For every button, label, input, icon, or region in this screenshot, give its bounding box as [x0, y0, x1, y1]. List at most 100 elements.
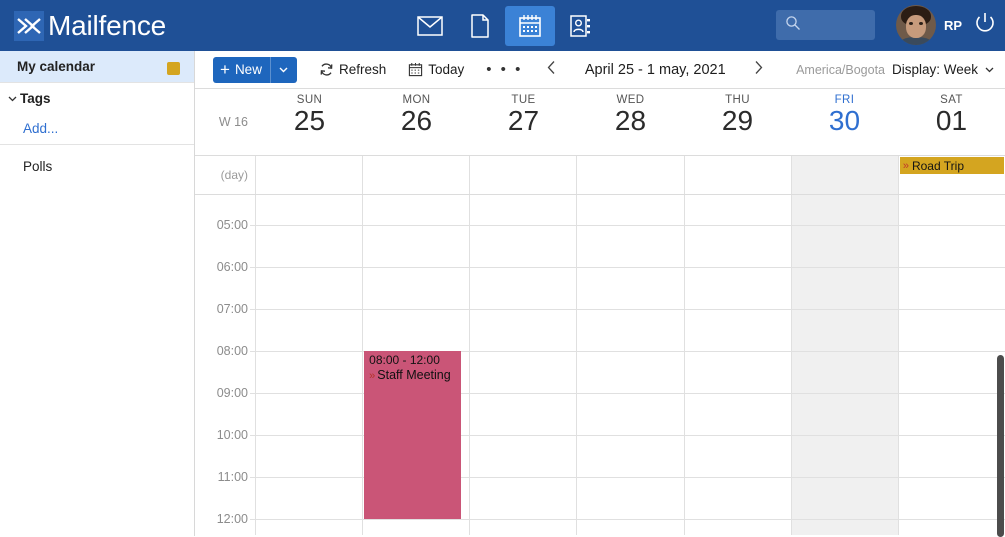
nav-calendar-button[interactable]	[505, 5, 555, 46]
chevron-right-icon	[752, 60, 765, 80]
hour-gridline	[363, 267, 470, 268]
time-gutter: 05:00 06:00 07:00 08:00 09:00 10:00 11:00 12:00	[195, 195, 256, 535]
all-day-cell-fri[interactable]	[791, 156, 899, 194]
chevron-down-icon	[984, 64, 995, 75]
all-day-cell-mon[interactable]	[363, 156, 471, 194]
hour-gridline	[791, 309, 898, 310]
previous-week-button[interactable]	[541, 51, 563, 89]
today-button[interactable]: Today	[408, 51, 464, 89]
search-box[interactable]	[776, 10, 875, 40]
refresh-button[interactable]: Refresh	[319, 51, 386, 89]
day-column-tue[interactable]	[470, 195, 578, 535]
hour-gridline	[250, 351, 255, 352]
day-header-sun[interactable]: SUN 25	[256, 89, 363, 155]
chevron-left-icon	[545, 60, 558, 80]
hour-gridline	[470, 309, 577, 310]
day-header-fri[interactable]: FRI 30	[791, 89, 898, 155]
hour-gridline	[791, 477, 898, 478]
nav-documents-button[interactable]	[455, 6, 505, 46]
sidebar-section-tags[interactable]: Tags	[0, 83, 194, 113]
event-title-text: Staff Meeting	[377, 368, 451, 382]
chevron-down-icon	[5, 93, 19, 104]
hour-gridline	[577, 393, 684, 394]
hour-gridline	[250, 309, 255, 310]
day-header-mon[interactable]: MON 26	[363, 89, 470, 155]
user-initials: RP	[944, 17, 963, 33]
calendar-color-swatch[interactable]	[167, 62, 180, 75]
hour-gridline	[577, 225, 684, 226]
hour-gridline	[791, 267, 898, 268]
hour-gridline	[684, 393, 791, 394]
refresh-label: Refresh	[338, 62, 387, 77]
all-day-cell-thu[interactable]	[685, 156, 792, 194]
day-column-sat[interactable]	[898, 195, 1005, 535]
more-options-button[interactable]: • • •	[486, 51, 523, 89]
calendar-event[interactable]: 08:00 - 12:00» Staff Meeting	[364, 351, 462, 519]
day-column-mon[interactable]: 08:00 - 12:00» Staff Meeting	[363, 195, 471, 535]
hour-gridline	[256, 519, 363, 520]
hour-gridline	[898, 477, 1005, 478]
display-mode-selector[interactable]: Display: Week	[892, 62, 995, 77]
hour-gridline	[791, 393, 898, 394]
all-day-cell-sun[interactable]	[256, 156, 364, 194]
divider	[269, 56, 271, 83]
hour-gridline	[684, 225, 791, 226]
event-time-label: 08:00 - 12:00	[369, 353, 440, 367]
hour-gridline	[898, 267, 1005, 268]
day-column-thu[interactable]	[684, 195, 792, 535]
hour-gridline	[577, 267, 684, 268]
user-menu[interactable]: RP	[896, 5, 962, 45]
event-marker-icon: »	[902, 159, 909, 172]
ellipsis-icon: • • •	[486, 61, 523, 78]
all-day-row: (day) » Road Trip	[195, 156, 1005, 195]
nav-mail-button[interactable]	[405, 6, 455, 46]
day-column-sun[interactable]	[256, 195, 364, 535]
time-label: 09:00	[216, 386, 248, 400]
all-day-cell-tue[interactable]	[470, 156, 578, 194]
hour-gridline	[791, 351, 898, 352]
day-number-label: 25	[293, 105, 326, 136]
day-header-tue[interactable]: TUE 27	[470, 89, 577, 155]
new-event-button[interactable]: + New	[213, 56, 297, 83]
chevron-down-icon[interactable]	[278, 64, 289, 75]
day-header-thu[interactable]: THU 29	[684, 89, 791, 155]
hour-gridline	[363, 519, 470, 520]
next-week-button[interactable]	[748, 51, 770, 89]
day-header-wed[interactable]: WED 28	[577, 89, 684, 155]
day-number-label: 30	[828, 105, 861, 136]
all-day-cell-sat[interactable]: » Road Trip	[899, 156, 1005, 194]
logout-button[interactable]	[971, 11, 999, 39]
top-nav	[405, 0, 605, 51]
brand-logo[interactable]: Mailfence	[14, 0, 166, 51]
hour-gridline	[577, 435, 684, 436]
hour-gridline	[250, 267, 255, 268]
hour-gridline	[250, 393, 255, 394]
day-number-label: 01	[935, 105, 968, 136]
new-button-label: New	[234, 62, 262, 77]
today-label: Today	[428, 62, 465, 77]
vertical-scrollbar-track[interactable]	[996, 51, 1005, 537]
hour-gridline	[898, 225, 1005, 226]
sidebar-item-my-calendar[interactable]: My calendar	[0, 51, 194, 83]
hour-gridline	[791, 519, 898, 520]
all-day-label: (day)	[195, 156, 256, 194]
day-number-label: 27	[507, 105, 540, 136]
search-icon	[785, 15, 801, 36]
search-input[interactable]	[805, 18, 865, 32]
contacts-icon	[569, 14, 591, 38]
time-label: 10:00	[216, 428, 248, 442]
day-column-wed[interactable]	[577, 195, 685, 535]
sidebar-item-add-tag[interactable]: Add...	[0, 113, 194, 145]
calendar-icon	[408, 62, 423, 77]
timezone-label: America/Bogota	[796, 62, 885, 77]
hour-gridline	[684, 519, 791, 520]
all-day-event[interactable]: » Road Trip	[899, 157, 1004, 174]
day-column-fri[interactable]	[791, 195, 899, 535]
all-day-cell-wed[interactable]	[577, 156, 685, 194]
vertical-scrollbar-thumb[interactable]	[997, 355, 1004, 537]
nav-contacts-button[interactable]	[555, 6, 605, 46]
hour-gridline	[470, 519, 577, 520]
hour-gridline	[256, 225, 363, 226]
day-header-sat[interactable]: SAT 01	[898, 89, 1005, 155]
sidebar-item-polls[interactable]: Polls	[0, 145, 194, 181]
